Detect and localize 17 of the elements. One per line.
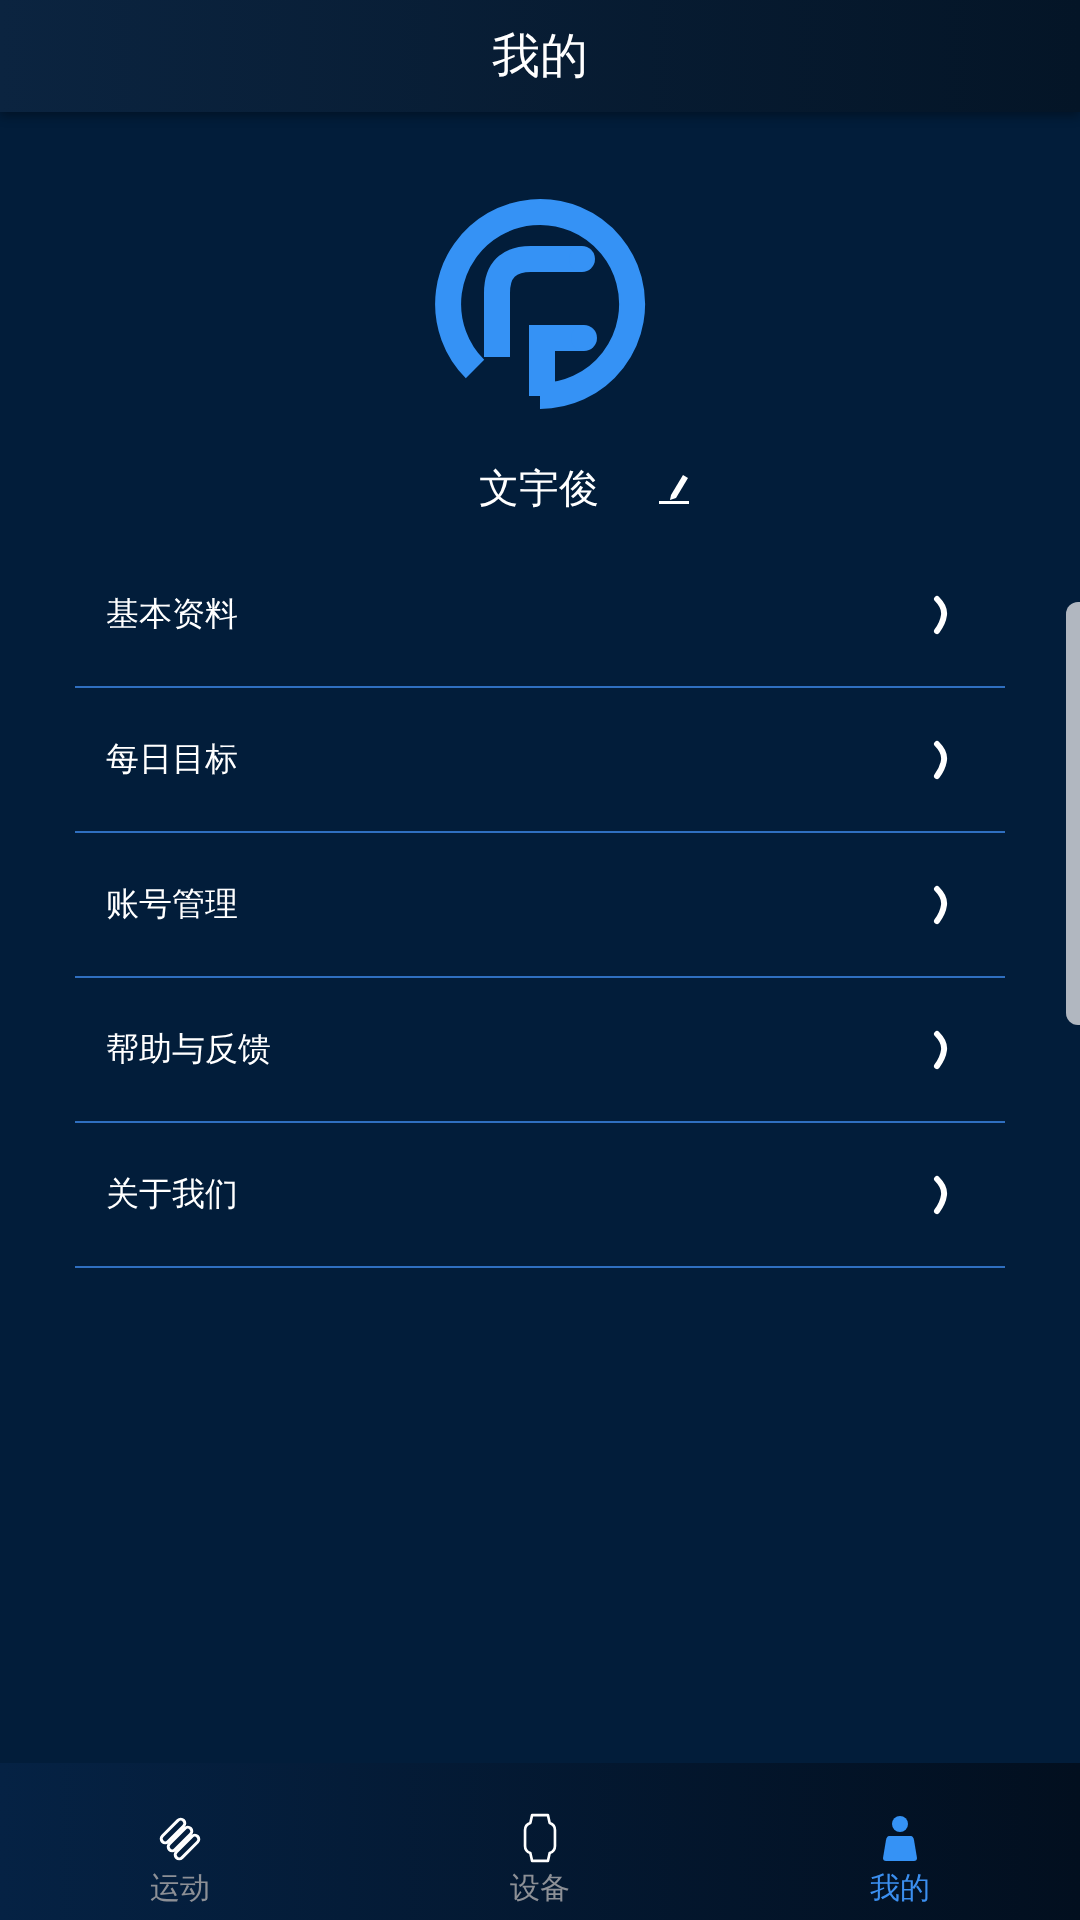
menu-item[interactable]: 每日目标: [75, 688, 1005, 833]
tab[interactable]: 我的: [720, 1763, 1080, 1920]
chevron-icon: [933, 739, 949, 780]
menu-item[interactable]: 账号管理: [75, 833, 1005, 978]
tab[interactable]: 设备: [360, 1763, 720, 1920]
menu-item[interactable]: 帮助与反馈: [75, 978, 1005, 1123]
chevron-icon: [933, 884, 949, 925]
chevron-icon: [933, 1029, 949, 1070]
logo-icon: [434, 198, 646, 410]
menu-item[interactable]: 基本资料: [75, 543, 1005, 688]
person-icon: [880, 1814, 920, 1864]
page-title: 我的: [492, 26, 588, 85]
user-name: 文宇俊: [479, 464, 599, 513]
chevron-icon: [933, 1174, 949, 1215]
chevron-icon: [933, 594, 949, 635]
menu-item[interactable]: 关于我们: [75, 1123, 1005, 1268]
tab[interactable]: 运动: [0, 1763, 360, 1920]
